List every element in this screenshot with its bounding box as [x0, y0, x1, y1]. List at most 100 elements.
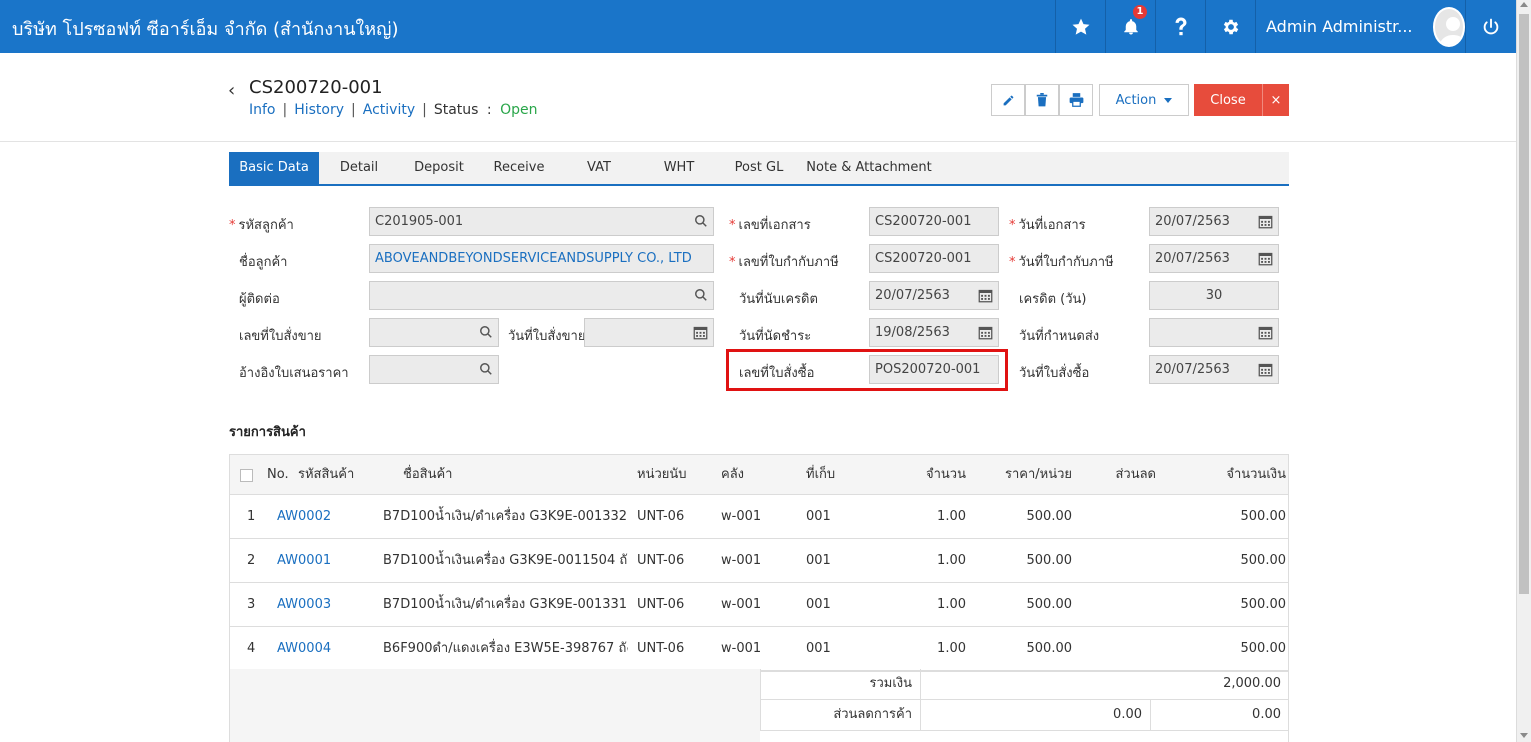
- sales-order-date-field[interactable]: [584, 318, 714, 347]
- tab-wht[interactable]: WHT: [639, 152, 719, 186]
- col-location: ที่เก็บ: [806, 467, 836, 482]
- credit-days-field[interactable]: 30: [1149, 281, 1279, 310]
- product-code-link[interactable]: AW0001: [277, 539, 387, 582]
- scroll-down-arrow[interactable]: [1520, 733, 1528, 738]
- product-name: B7D100น้ำเงิน/ดำเครื่อง G3K9E-0013318 ถั…: [383, 597, 628, 612]
- contact-field[interactable]: [369, 281, 714, 310]
- activity-link[interactable]: Activity: [363, 102, 415, 118]
- doc-no-field[interactable]: CS200720-001: [869, 207, 999, 236]
- edit-button[interactable]: [991, 84, 1025, 116]
- vertical-scrollbar[interactable]: [1516, 0, 1531, 742]
- tax-invoice-no-label: * เลขที่ใบกำกับภาษี: [729, 255, 839, 270]
- col-code: รหัสสินค้า: [298, 467, 355, 482]
- tab-vat[interactable]: VAT: [559, 152, 639, 186]
- user-name: Admin Administr...: [1266, 17, 1413, 36]
- top-bar: บริษัท โปรซอฟท์ ซีอาร์เอ็ม จำกัด (สำนักง…: [0, 0, 1516, 53]
- calendar-icon[interactable]: [978, 288, 993, 303]
- scroll-up-arrow[interactable]: [1520, 2, 1528, 7]
- tab-deposit[interactable]: Deposit: [399, 152, 479, 186]
- tab-basic-data[interactable]: Basic Data: [229, 152, 319, 186]
- items-table: No. รหัสสินค้า ชื่อสินค้า หน่วยนับ คลัง …: [229, 454, 1289, 672]
- doc-date-label: * วันที่เอกสาร: [1009, 218, 1086, 233]
- credit-start-field[interactable]: 20/07/2563: [869, 281, 999, 310]
- action-dropdown-button[interactable]: Action: [1099, 84, 1189, 116]
- total-row: รวมเงิน 2,000.00: [760, 669, 1289, 700]
- status-label: Status: [433, 102, 479, 118]
- tax-invoice-date-label: * วันที่ใบกำกับภาษี: [1009, 255, 1114, 270]
- tax-invoice-date-field[interactable]: 20/07/2563: [1149, 244, 1279, 273]
- calendar-icon[interactable]: [693, 325, 708, 340]
- row-no: 3: [247, 597, 256, 612]
- calendar-icon[interactable]: [1258, 214, 1273, 229]
- help-button[interactable]: [1155, 0, 1205, 53]
- print-button[interactable]: [1059, 84, 1093, 116]
- summary-section: รวมเงิน 2,000.00 ส่วนลดการค้า 0.00 0.00: [229, 669, 1289, 742]
- status-colon: :: [486, 102, 492, 118]
- search-icon[interactable]: [694, 214, 708, 228]
- search-icon[interactable]: [479, 362, 493, 376]
- tab-detail[interactable]: Detail: [319, 152, 399, 186]
- product-code-link[interactable]: AW0003: [277, 583, 387, 626]
- calendar-icon[interactable]: [1258, 251, 1273, 266]
- close-x-button[interactable]: ×: [1262, 84, 1289, 116]
- amount: 500.00: [1240, 597, 1287, 612]
- printer-icon: [1069, 93, 1083, 107]
- notification-badge: 1: [1133, 5, 1147, 19]
- table-row[interactable]: 4 AW0004 B6F900ดำ/แดงเครื่อง E3W5E-39876…: [230, 627, 1288, 671]
- tab-note-attachment[interactable]: Note & Attachment: [799, 152, 939, 186]
- back-chevron-icon[interactable]: ‹: [228, 80, 235, 101]
- calendar-icon[interactable]: [978, 325, 993, 340]
- trade-discount-amount[interactable]: 0.00: [1153, 700, 1281, 730]
- due-date-field[interactable]: 19/08/2563: [869, 318, 999, 347]
- warehouse: w-001: [721, 509, 762, 524]
- favorites-button[interactable]: [1055, 0, 1105, 53]
- separator: |: [351, 102, 356, 118]
- tab-post-gl[interactable]: Post GL: [719, 152, 799, 186]
- trade-discount-label: ส่วนลดการค้า: [761, 700, 921, 730]
- scroll-thumb[interactable]: [1519, 14, 1529, 594]
- delivery-date-label: วันที่กำหนดส่ง: [1019, 329, 1100, 344]
- customer-code-field[interactable]: C201905-001: [369, 207, 714, 236]
- search-icon[interactable]: [694, 288, 708, 302]
- info-link[interactable]: Info: [249, 102, 276, 118]
- separator: |: [422, 102, 427, 118]
- sales-order-no-field[interactable]: [369, 318, 499, 347]
- table-row[interactable]: 3 AW0003 B7D100น้ำเงิน/ดำเครื่อง G3K9E-0…: [230, 583, 1288, 627]
- notifications-button[interactable]: 1: [1105, 0, 1155, 53]
- price: 500.00: [1026, 641, 1073, 656]
- separator: |: [282, 102, 288, 118]
- caret-down-icon: [1164, 97, 1173, 103]
- history-link[interactable]: History: [294, 102, 344, 118]
- product-code-link[interactable]: AW0004: [277, 627, 387, 670]
- product-code-link[interactable]: AW0002: [277, 495, 387, 538]
- gear-icon: [1223, 19, 1238, 34]
- close-button[interactable]: Close: [1194, 84, 1262, 116]
- credit-start-label: วันที่นับเครดิต: [739, 292, 818, 307]
- select-all-checkbox[interactable]: [240, 469, 253, 482]
- logout-button[interactable]: [1465, 0, 1516, 53]
- delete-button[interactable]: [1025, 84, 1059, 116]
- table-row[interactable]: 1 AW0002 B7D100น้ำเงิน/ดำเครื่อง G3K9E-0…: [230, 495, 1288, 539]
- calendar-icon[interactable]: [1258, 362, 1273, 377]
- trade-discount-percent[interactable]: 0.00: [921, 700, 1151, 730]
- avatar: [1432, 6, 1465, 47]
- search-icon[interactable]: [479, 325, 493, 339]
- credit-days-label: เครดิต (วัน): [1019, 292, 1087, 307]
- items-section-title: รายการสินค้า: [229, 425, 306, 440]
- quotation-ref-field[interactable]: [369, 355, 499, 384]
- table-row[interactable]: 2 AW0001 B7D100น้ำเงินเครื่อง G3K9E-0011…: [230, 539, 1288, 583]
- pencil-icon: [1003, 95, 1013, 105]
- calendar-icon[interactable]: [1258, 325, 1273, 340]
- doc-date-field[interactable]: 20/07/2563: [1149, 207, 1279, 236]
- settings-button[interactable]: [1205, 0, 1255, 53]
- user-menu[interactable]: Admin Administr...: [1255, 0, 1465, 53]
- po-date-field[interactable]: 20/07/2563: [1149, 355, 1279, 384]
- highlight-box: [726, 349, 1008, 391]
- delivery-date-field[interactable]: [1149, 318, 1279, 347]
- col-warehouse: คลัง: [721, 467, 745, 482]
- qty: 1.00: [937, 597, 966, 612]
- location: 001: [806, 553, 831, 568]
- tab-receive[interactable]: Receive: [479, 152, 559, 186]
- tax-invoice-no-field[interactable]: CS200720-001: [869, 244, 999, 273]
- customer-name-field[interactable]: ABOVEANDBEYONDSERVICEANDSUPPLY CO., LTD: [369, 244, 714, 273]
